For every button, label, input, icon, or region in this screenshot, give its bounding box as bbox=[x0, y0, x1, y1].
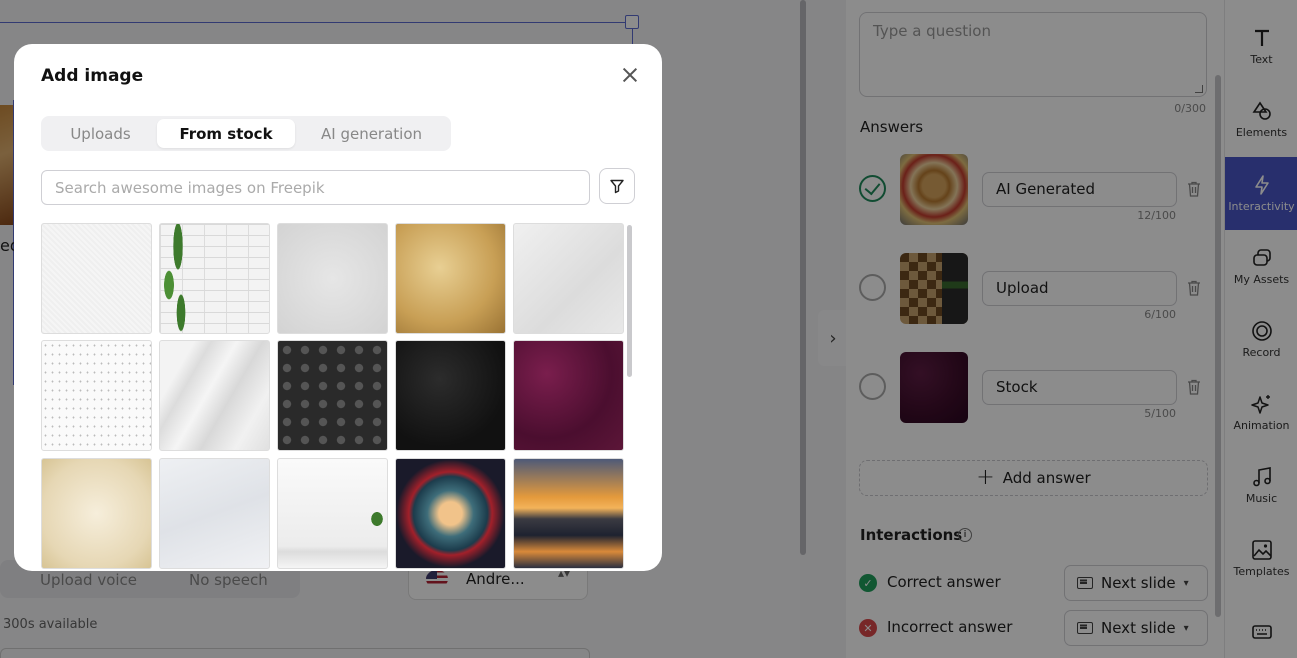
stock-image-black-textured-background[interactable] bbox=[395, 340, 506, 451]
stock-image-crumpled-white-paper[interactable] bbox=[159, 340, 270, 451]
search-input[interactable] bbox=[41, 170, 590, 205]
stock-image-cream-paper-texture[interactable] bbox=[41, 458, 152, 569]
stock-image-white-room-with-plant[interactable] bbox=[277, 458, 388, 569]
plant-leaves bbox=[367, 507, 387, 531]
image-grid-scrollbar[interactable] bbox=[627, 225, 632, 377]
tab-from-stock[interactable]: From stock bbox=[157, 119, 295, 148]
source-tabs: Uploads From stock AI generation bbox=[41, 116, 451, 151]
stock-image-light-gray-paper-texture[interactable] bbox=[513, 223, 624, 334]
stock-image-old-parchment-texture[interactable] bbox=[395, 223, 506, 334]
stock-image-white-wrinkled-paper[interactable] bbox=[159, 458, 270, 569]
plant-leaves bbox=[160, 224, 190, 333]
tab-uploads[interactable]: Uploads bbox=[44, 119, 157, 148]
add-image-modal: Add image Uploads From stock AI generati… bbox=[14, 44, 662, 571]
filter-icon bbox=[610, 179, 624, 194]
stock-image-speckled-white-texture[interactable] bbox=[41, 340, 152, 451]
tab-ai-generation[interactable]: AI generation bbox=[295, 119, 448, 148]
stock-image-white-brick-wall-with-plant[interactable] bbox=[159, 223, 270, 334]
stock-image-burgundy-grunge-texture[interactable] bbox=[513, 340, 624, 451]
stock-image-black-hexagon-pattern[interactable] bbox=[277, 340, 388, 451]
close-icon[interactable] bbox=[621, 66, 639, 84]
stock-image-grid bbox=[41, 223, 626, 571]
stock-image-white-paper-texture[interactable] bbox=[41, 223, 152, 334]
stock-image-mountain-lake-circle-art[interactable] bbox=[395, 458, 506, 569]
modal-title: Add image bbox=[41, 66, 144, 86]
filter-button[interactable] bbox=[599, 168, 635, 204]
stock-image-gray-paper-texture[interactable] bbox=[277, 223, 388, 334]
stock-image-mountain-lake-sunset[interactable] bbox=[513, 458, 624, 569]
